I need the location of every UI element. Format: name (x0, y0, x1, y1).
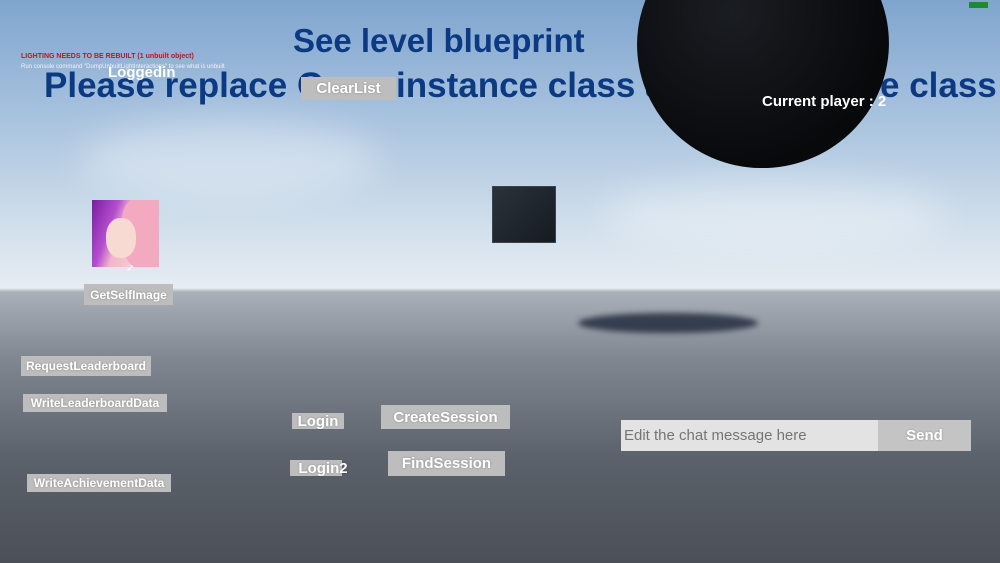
replace-heading-part2: instance class a (396, 66, 665, 105)
chat-message-input[interactable] (621, 420, 878, 451)
current-player-label: Current player : 2 (762, 93, 887, 110)
get-self-image-button[interactable]: GetSelfImage (84, 284, 173, 305)
request-leaderboard-button[interactable]: RequestLeaderboard (21, 356, 151, 376)
login-button[interactable]: Login (292, 413, 344, 430)
clear-list-button[interactable]: ClearList (301, 77, 396, 100)
sphere-shadow (578, 313, 758, 333)
send-button[interactable]: Send (878, 420, 971, 451)
replace-heading-part3: e class fo (880, 66, 1000, 105)
cloud (80, 120, 380, 200)
find-session-button[interactable]: FindSession (388, 451, 505, 476)
blueprint-heading: See level blueprint (293, 22, 585, 59)
cloud (600, 180, 950, 250)
write-leaderboard-button[interactable]: WriteLeaderboardData (23, 394, 167, 412)
cube-object (492, 186, 556, 243)
avatar (92, 200, 159, 267)
replace-heading-part1: Please replace G (44, 66, 325, 105)
fps-indicator (969, 2, 988, 8)
mouse-cursor-icon: ➚ (126, 263, 135, 274)
login2-button[interactable]: Login2 (290, 460, 348, 477)
logged-in-status: Loggedin (108, 64, 176, 81)
write-achievement-button[interactable]: WriteAchievementData (27, 474, 171, 492)
create-session-button[interactable]: CreateSession (381, 405, 510, 429)
lighting-warning: LIGHTING NEEDS TO BE REBUILT (1 unbuilt … (21, 53, 194, 60)
